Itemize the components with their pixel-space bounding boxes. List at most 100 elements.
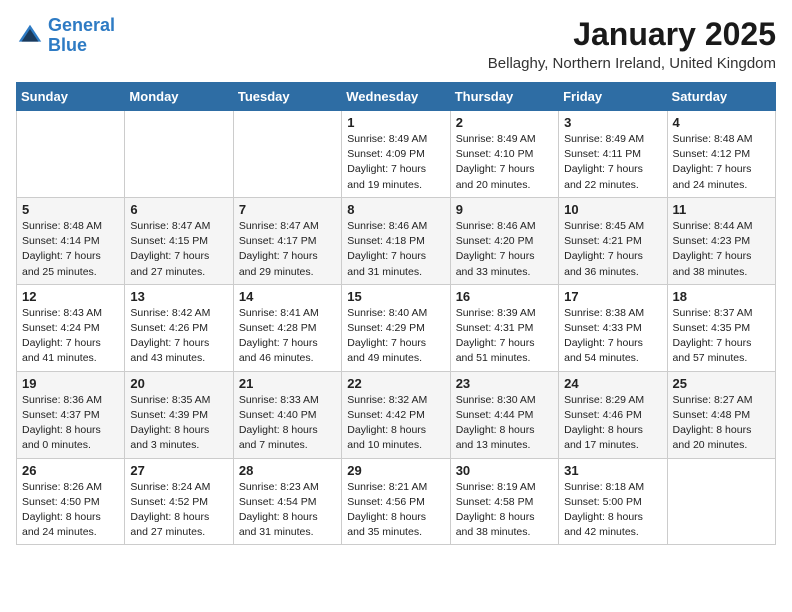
day-number: 19 [22, 376, 119, 391]
calendar-cell [233, 111, 341, 198]
day-info: Sunrise: 8:41 AM Sunset: 4:28 PM Dayligh… [239, 306, 336, 367]
day-info: Sunrise: 8:48 AM Sunset: 4:12 PM Dayligh… [673, 132, 770, 193]
weekday-header: Tuesday [233, 83, 341, 111]
weekday-header: Friday [559, 83, 667, 111]
calendar-cell: 19Sunrise: 8:36 AM Sunset: 4:37 PM Dayli… [17, 371, 125, 458]
day-number: 13 [130, 289, 227, 304]
calendar-cell [125, 111, 233, 198]
calendar-cell: 25 Sunrise: 8:27 AM Sunset: 4:48 PM Dayli… [667, 371, 775, 458]
calendar-cell: 1 Sunrise: 8:49 AM Sunset: 4:09 PM Daylig… [342, 111, 450, 198]
logo-icon [16, 22, 44, 50]
calendar-cell: 15 Sunrise: 8:40 AM Sunset: 4:29 PM Dayli… [342, 284, 450, 371]
day-number: 11 [673, 202, 770, 217]
weekday-header-row: SundayMondayTuesdayWednesdayThursdayFrid… [17, 83, 776, 111]
calendar-cell: 28Sunrise: 8:23 AM Sunset: 4:54 PM Dayli… [233, 458, 341, 545]
logo-text: General Blue [48, 16, 115, 56]
day-info: Sunrise: 8:18 AM Sunset: 5:00 PM Dayligh… [564, 480, 661, 541]
day-number: 29 [347, 463, 444, 478]
calendar-cell: 27 Sunrise: 8:24 AM Sunset: 4:52 PM Dayli… [125, 458, 233, 545]
day-number: 23 [456, 376, 553, 391]
day-number: 18 [673, 289, 770, 304]
day-info: Sunrise: 8:45 AM Sunset: 4:21 PM Dayligh… [564, 219, 661, 280]
day-info: Sunrise: 8:44 AM Sunset: 4:23 PM Dayligh… [673, 219, 770, 280]
day-number: 17 [564, 289, 661, 304]
day-info: Sunrise: 8:49 AM Sunset: 4:11 PM Dayligh… [564, 132, 661, 193]
calendar-cell: 10 Sunrise: 8:45 AM Sunset: 4:21 PM Dayli… [559, 197, 667, 284]
weekday-header: Thursday [450, 83, 558, 111]
day-number: 3 [564, 115, 661, 130]
calendar-cell: 4 Sunrise: 8:48 AM Sunset: 4:12 PM Daylig… [667, 111, 775, 198]
day-number: 10 [564, 202, 661, 217]
day-number: 4 [673, 115, 770, 130]
day-info: Sunrise: 8:37 AM Sunset: 4:35 PM Dayligh… [673, 306, 770, 367]
calendar-cell: 14 Sunrise: 8:41 AM Sunset: 4:28 PM Dayli… [233, 284, 341, 371]
day-number: 21 [239, 376, 336, 391]
day-info: Sunrise: 8:49 AM Sunset: 4:10 PM Dayligh… [456, 132, 553, 193]
day-info: Sunrise: 8:39 AM Sunset: 4:31 PM Dayligh… [456, 306, 553, 367]
day-info: Sunrise: 8:29 AM Sunset: 4:46 PM Dayligh… [564, 393, 661, 454]
calendar-week-row: 5Sunrise: 8:48 AM Sunset: 4:14 PM Daylig… [17, 197, 776, 284]
weekday-header: Saturday [667, 83, 775, 111]
day-number: 20 [130, 376, 227, 391]
day-number: 7 [239, 202, 336, 217]
day-number: 1 [347, 115, 444, 130]
day-info: Sunrise: 8:40 AM Sunset: 4:29 PM Dayligh… [347, 306, 444, 367]
day-info: Sunrise: 8:46 AM Sunset: 4:20 PM Dayligh… [456, 219, 553, 280]
calendar-cell: 30 Sunrise: 8:19 AM Sunset: 4:58 PM Dayli… [450, 458, 558, 545]
calendar-week-row: 26Sunrise: 8:26 AM Sunset: 4:50 PM Dayli… [17, 458, 776, 545]
calendar-cell: 2 Sunrise: 8:49 AM Sunset: 4:10 PM Daylig… [450, 111, 558, 198]
calendar-cell [17, 111, 125, 198]
day-info: Sunrise: 8:49 AM Sunset: 4:09 PM Dayligh… [347, 132, 444, 193]
calendar-cell: 26Sunrise: 8:26 AM Sunset: 4:50 PM Dayli… [17, 458, 125, 545]
logo: General Blue [16, 16, 115, 56]
day-number: 12 [22, 289, 119, 304]
day-info: Sunrise: 8:24 AM Sunset: 4:52 PM Dayligh… [130, 480, 227, 541]
day-number: 30 [456, 463, 553, 478]
weekday-header: Sunday [17, 83, 125, 111]
day-info: Sunrise: 8:19 AM Sunset: 4:58 PM Dayligh… [456, 480, 553, 541]
day-number: 24 [564, 376, 661, 391]
day-number: 27 [130, 463, 227, 478]
calendar-cell: 23Sunrise: 8:30 AM Sunset: 4:44 PM Dayli… [450, 371, 558, 458]
calendar-cell: 29 Sunrise: 8:21 AM Sunset: 4:56 PM Dayli… [342, 458, 450, 545]
calendar-cell: 22Sunrise: 8:32 AM Sunset: 4:42 PM Dayli… [342, 371, 450, 458]
calendar-week-row: 12 Sunrise: 8:43 AM Sunset: 4:24 PM Dayli… [17, 284, 776, 371]
day-number: 8 [347, 202, 444, 217]
weekday-header: Monday [125, 83, 233, 111]
calendar-week-row: 19Sunrise: 8:36 AM Sunset: 4:37 PM Dayli… [17, 371, 776, 458]
page-header: General Blue January 2025 Bellaghy, Nort… [16, 16, 776, 72]
calendar-cell: 16Sunrise: 8:39 AM Sunset: 4:31 PM Dayli… [450, 284, 558, 371]
location: Bellaghy, Northern Ireland, United Kingd… [488, 55, 776, 72]
day-info: Sunrise: 8:46 AM Sunset: 4:18 PM Dayligh… [347, 219, 444, 280]
day-number: 6 [130, 202, 227, 217]
day-info: Sunrise: 8:21 AM Sunset: 4:56 PM Dayligh… [347, 480, 444, 541]
calendar-cell: 13Sunrise: 8:42 AM Sunset: 4:26 PM Dayli… [125, 284, 233, 371]
calendar-cell: 6 Sunrise: 8:47 AM Sunset: 4:15 PM Daylig… [125, 197, 233, 284]
weekday-header: Wednesday [342, 83, 450, 111]
title-block: January 2025 Bellaghy, Northern Ireland,… [488, 16, 776, 72]
calendar-cell: 17 Sunrise: 8:38 AM Sunset: 4:33 PM Dayli… [559, 284, 667, 371]
calendar-cell: 31 Sunrise: 8:18 AM Sunset: 5:00 PM Dayli… [559, 458, 667, 545]
day-info: Sunrise: 8:33 AM Sunset: 4:40 PM Dayligh… [239, 393, 336, 454]
day-number: 31 [564, 463, 661, 478]
day-number: 2 [456, 115, 553, 130]
day-number: 15 [347, 289, 444, 304]
day-info: Sunrise: 8:38 AM Sunset: 4:33 PM Dayligh… [564, 306, 661, 367]
day-info: Sunrise: 8:47 AM Sunset: 4:15 PM Dayligh… [130, 219, 227, 280]
day-info: Sunrise: 8:23 AM Sunset: 4:54 PM Dayligh… [239, 480, 336, 541]
day-number: 9 [456, 202, 553, 217]
calendar-week-row: 1 Sunrise: 8:49 AM Sunset: 4:09 PM Daylig… [17, 111, 776, 198]
day-info: Sunrise: 8:35 AM Sunset: 4:39 PM Dayligh… [130, 393, 227, 454]
calendar-cell: 8 Sunrise: 8:46 AM Sunset: 4:18 PM Daylig… [342, 197, 450, 284]
day-info: Sunrise: 8:48 AM Sunset: 4:14 PM Dayligh… [22, 219, 119, 280]
day-info: Sunrise: 8:47 AM Sunset: 4:17 PM Dayligh… [239, 219, 336, 280]
calendar-cell: 18 Sunrise: 8:37 AM Sunset: 4:35 PM Dayli… [667, 284, 775, 371]
day-number: 14 [239, 289, 336, 304]
day-info: Sunrise: 8:43 AM Sunset: 4:24 PM Dayligh… [22, 306, 119, 367]
day-number: 22 [347, 376, 444, 391]
day-number: 25 [673, 376, 770, 391]
calendar-cell: 21 Sunrise: 8:33 AM Sunset: 4:40 PM Dayli… [233, 371, 341, 458]
calendar-cell [667, 458, 775, 545]
calendar-cell: 3 Sunrise: 8:49 AM Sunset: 4:11 PM Daylig… [559, 111, 667, 198]
day-info: Sunrise: 8:27 AM Sunset: 4:48 PM Dayligh… [673, 393, 770, 454]
